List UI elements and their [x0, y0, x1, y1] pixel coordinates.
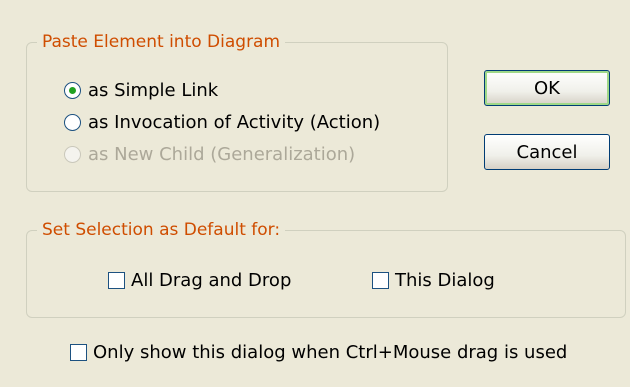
ctrl-mouse-drag-label[interactable]: Only show this dialog when Ctrl+Mouse dr… [93, 342, 567, 363]
ok-button[interactable]: OK [484, 70, 610, 106]
radio-button[interactable] [64, 114, 81, 131]
paste-element-legend: Paste Element into Diagram [37, 31, 286, 53]
all-drag-and-drop-checkbox[interactable]: All Drag and Drop [108, 270, 291, 291]
radio-new-child: as New Child (Generalization) [64, 144, 355, 165]
radio-button-disabled [64, 146, 81, 163]
cancel-button[interactable]: Cancel [484, 134, 610, 170]
this-dialog-checkbox[interactable]: This Dialog [372, 270, 495, 291]
ctrl-mouse-drag-checkbox[interactable]: Only show this dialog when Ctrl+Mouse dr… [70, 342, 567, 363]
radio-invocation-label[interactable]: as Invocation of Activity (Action) [88, 112, 380, 133]
radio-invocation-of-activity[interactable]: as Invocation of Activity (Action) [64, 112, 380, 133]
checkbox[interactable] [372, 272, 389, 289]
radio-button-checked[interactable] [64, 82, 81, 99]
all-drag-and-drop-label[interactable]: All Drag and Drop [131, 270, 291, 291]
radio-simple-link[interactable]: as Simple Link [64, 80, 218, 101]
radio-new-child-label: as New Child (Generalization) [88, 144, 356, 165]
checkbox[interactable] [70, 344, 87, 361]
radio-simple-link-label[interactable]: as Simple Link [88, 80, 218, 101]
set-default-legend: Set Selection as Default for: [37, 219, 286, 241]
this-dialog-label[interactable]: This Dialog [395, 270, 495, 291]
checkbox[interactable] [108, 272, 125, 289]
